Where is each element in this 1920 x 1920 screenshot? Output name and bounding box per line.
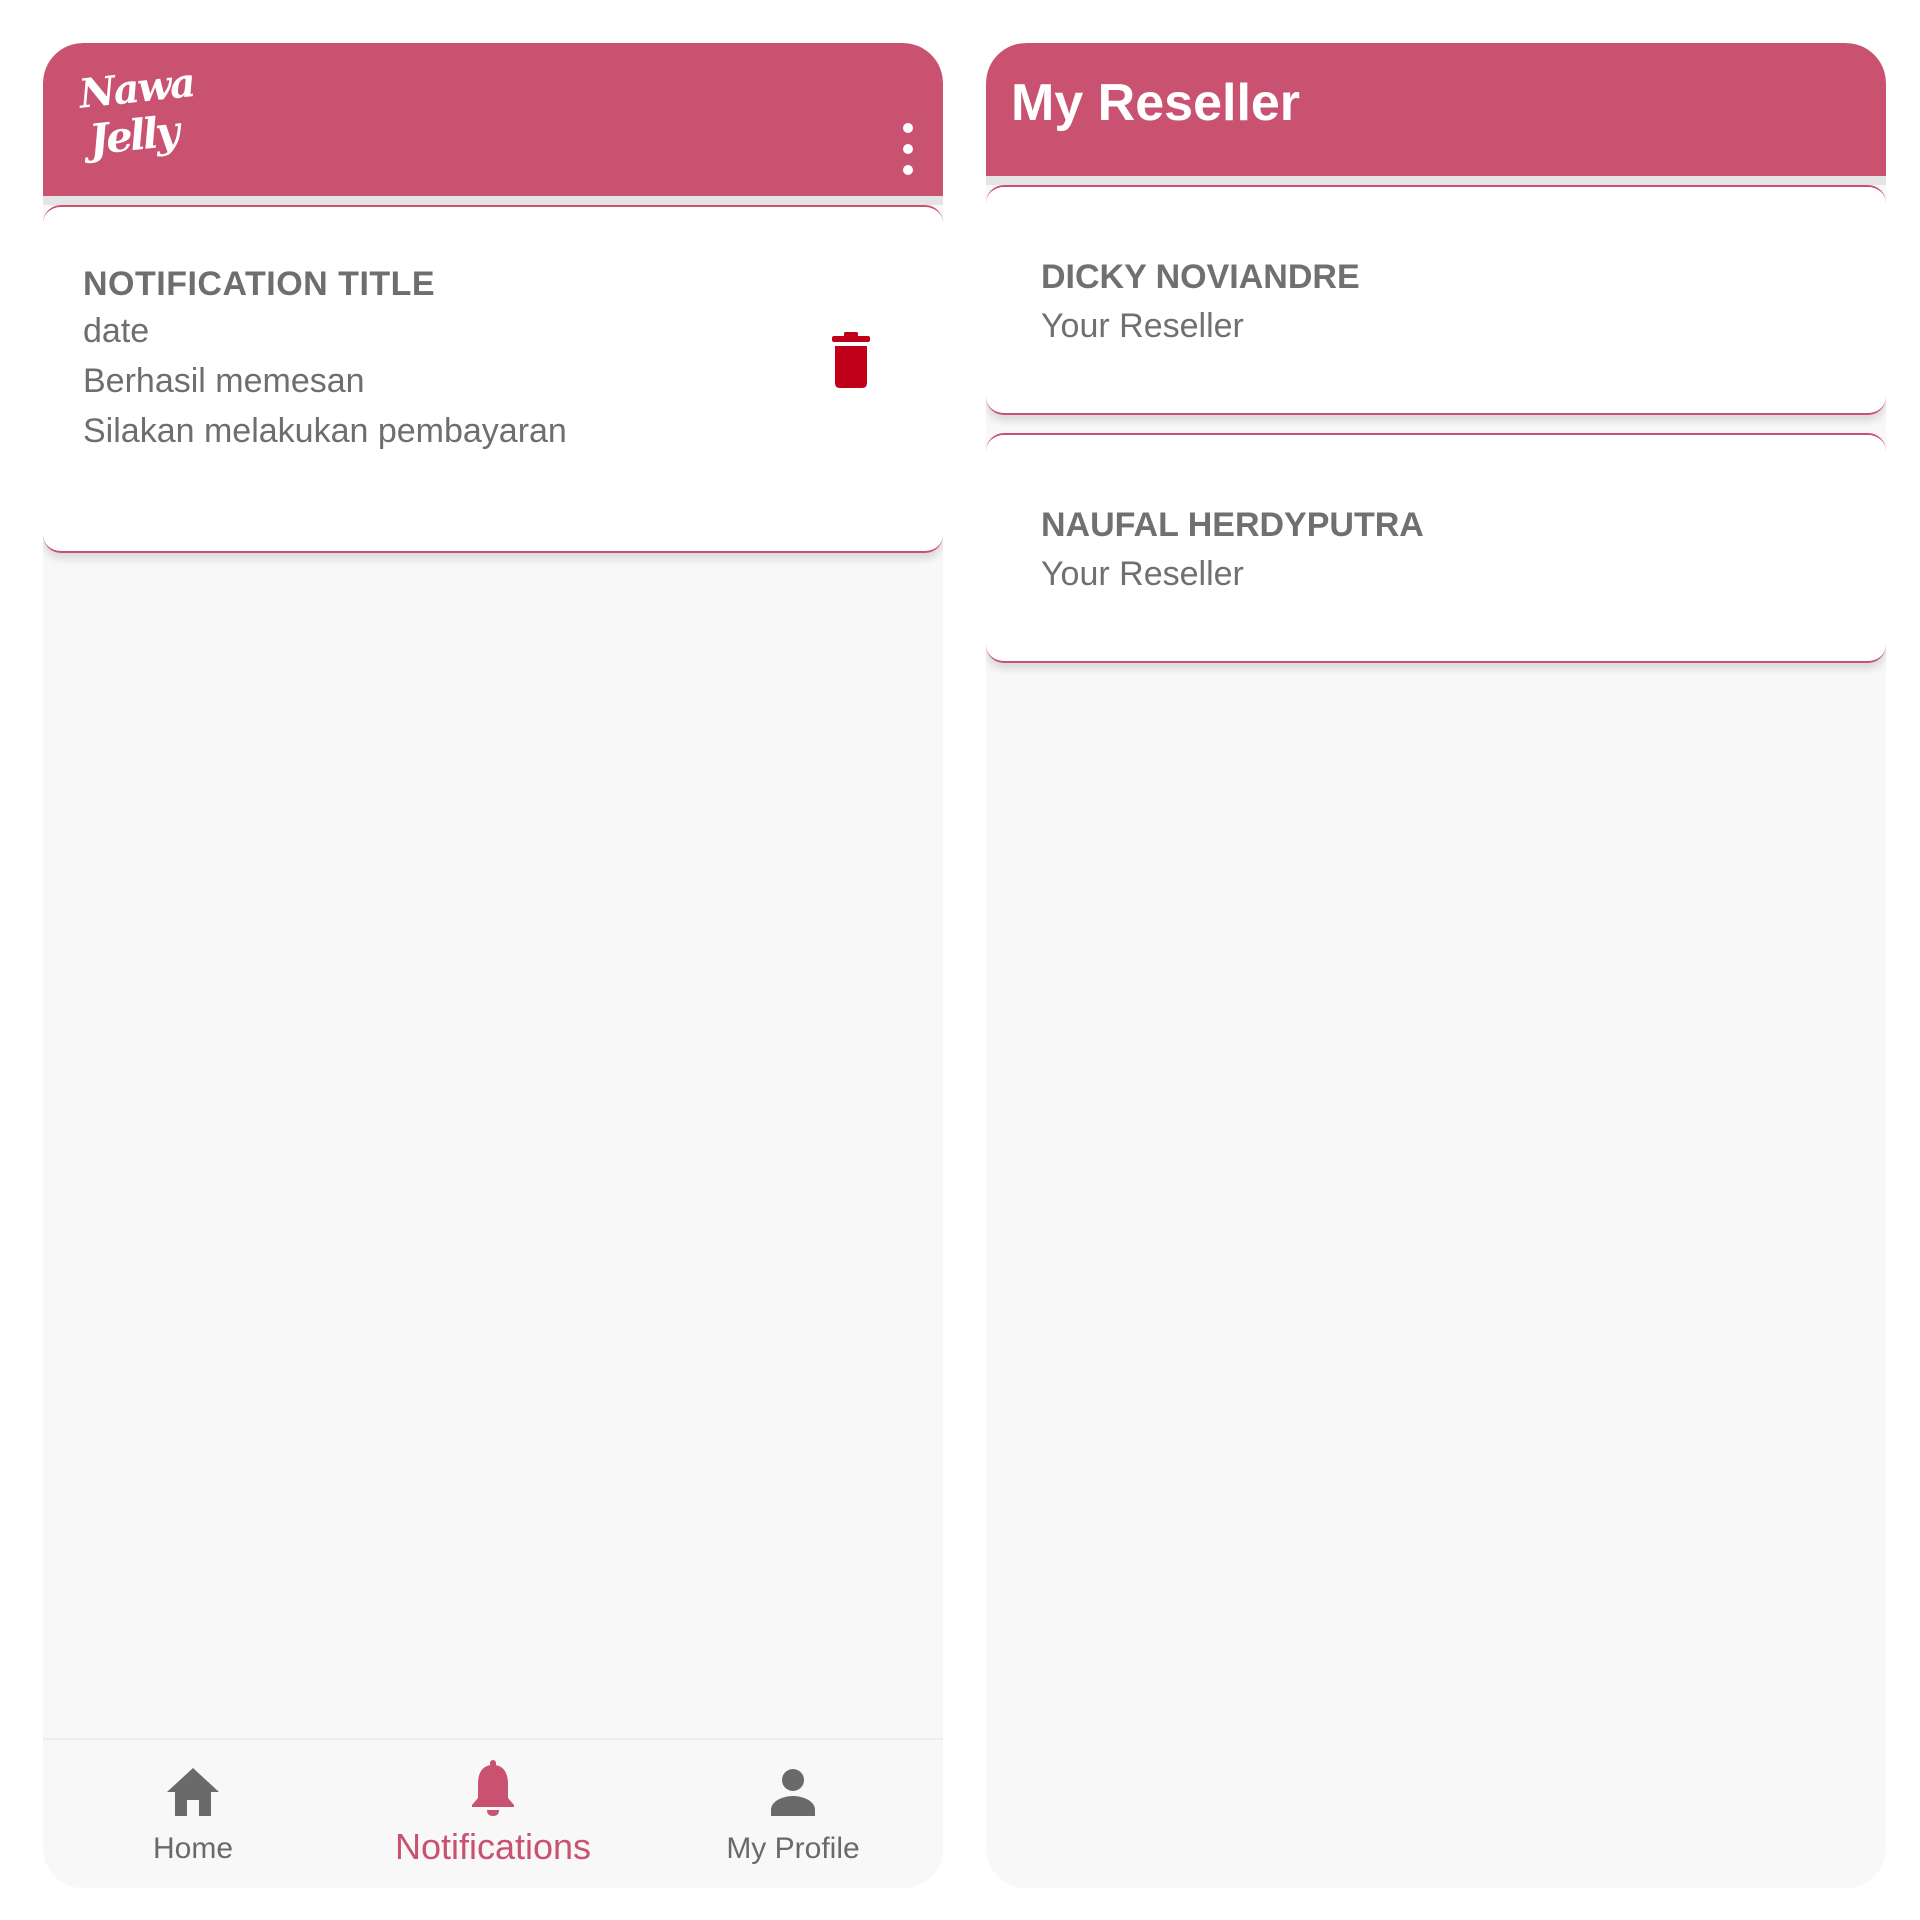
reseller-screen: My Reseller DICKY NOVIANDRE Your Reselle… bbox=[986, 43, 1886, 1888]
logo-text-line1: Nawa bbox=[76, 59, 196, 118]
reseller-info: NAUFAL HERDYPUTRA Your Reseller bbox=[1041, 503, 1424, 601]
nav-item-notifications[interactable]: Notifications bbox=[343, 1740, 643, 1888]
nav-label-home: Home bbox=[152, 1832, 234, 1865]
bell-icon bbox=[472, 1760, 514, 1816]
notification-date: date bbox=[83, 312, 150, 350]
nav-label-notifications: Notifications bbox=[394, 1826, 592, 1867]
app-bar: Nawa Jelly bbox=[43, 43, 943, 196]
notification-message-line2: Silakan melakukan pembayaran bbox=[83, 412, 567, 450]
notifications-screen: Nawa Jelly NOTIFICATION TITLE date Berha… bbox=[43, 43, 943, 1888]
reseller-role: Your Reseller bbox=[1041, 307, 1244, 345]
nav-label-my-profile: My Profile bbox=[726, 1832, 860, 1865]
trash-icon[interactable] bbox=[831, 332, 871, 388]
notification-message-line1: Berhasil memesan bbox=[83, 362, 365, 400]
nav-item-my-profile[interactable]: My Profile bbox=[643, 1740, 943, 1888]
app-bar-divider bbox=[43, 196, 943, 205]
nav-item-home[interactable]: Home bbox=[43, 1740, 343, 1888]
reseller-card[interactable]: NAUFAL HERDYPUTRA Your Reseller bbox=[986, 433, 1886, 663]
reseller-card[interactable]: DICKY NOVIANDRE Your Reseller bbox=[986, 185, 1886, 415]
person-icon bbox=[771, 1769, 815, 1816]
notification-content: NOTIFICATION TITLE date Berhasil memesan… bbox=[83, 262, 567, 456]
reseller-role: Your Reseller bbox=[1041, 555, 1244, 593]
notification-card[interactable]: NOTIFICATION TITLE date Berhasil memesan… bbox=[43, 205, 943, 553]
reseller-name: NAUFAL HERDYPUTRA bbox=[1041, 506, 1424, 544]
reseller-info: DICKY NOVIANDRE Your Reseller bbox=[1041, 255, 1360, 353]
bottom-navigation: Home Notifications My Profile bbox=[43, 1738, 943, 1888]
nawa-jelly-logo: Nawa Jelly bbox=[77, 59, 196, 169]
reseller-name: DICKY NOVIANDRE bbox=[1041, 258, 1360, 296]
home-icon bbox=[167, 1768, 219, 1816]
more-vert-icon[interactable] bbox=[893, 123, 923, 175]
notification-title: NOTIFICATION TITLE bbox=[83, 265, 436, 303]
app-bar: My Reseller bbox=[986, 43, 1886, 176]
app-bar-divider bbox=[986, 176, 1886, 185]
logo-text-line2: Jelly bbox=[86, 106, 180, 165]
page-title: My Reseller bbox=[1011, 74, 1301, 132]
